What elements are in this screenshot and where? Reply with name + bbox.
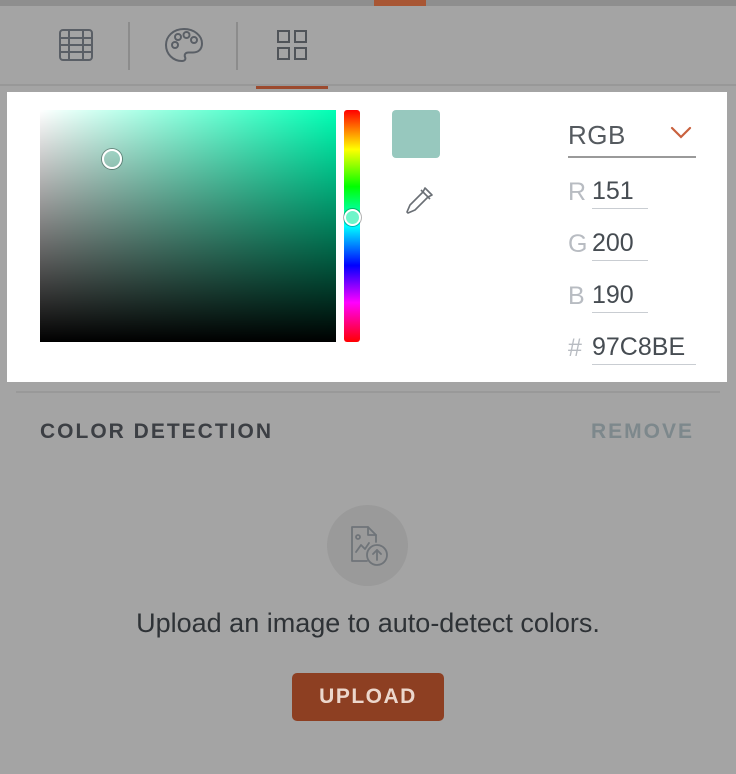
section-divider	[16, 391, 720, 393]
upload-image-placeholder	[327, 505, 408, 586]
green-channel-input[interactable]: 200	[592, 226, 648, 261]
green-channel-label: G	[568, 230, 588, 258]
hex-label: #	[568, 334, 582, 362]
color-mode-dropdown[interactable]: RGB	[568, 114, 696, 158]
four-squares-icon	[277, 30, 307, 60]
current-color-swatch	[392, 110, 440, 158]
red-channel-label: R	[568, 178, 587, 206]
hex-input[interactable]: 97C8BE	[592, 330, 696, 365]
upload-instructions: Upload an image to auto-detect colors.	[136, 608, 600, 638]
red-channel-input[interactable]: 151	[592, 174, 648, 209]
eyedropper-icon	[406, 187, 433, 214]
upload-button[interactable]: UPLOAD	[292, 673, 444, 721]
hue-slider-handle[interactable]	[344, 209, 361, 226]
tab-separator	[236, 22, 238, 70]
table-grid-icon	[59, 29, 93, 61]
eyedropper-button[interactable]	[402, 184, 436, 218]
tab-separator	[128, 22, 130, 70]
color-detection-title: COLOR DETECTION	[40, 420, 273, 443]
tab-bar	[0, 6, 736, 89]
palette-icon	[164, 27, 204, 63]
remove-button[interactable]: REMOVE	[591, 420, 694, 444]
tabs-divider	[0, 84, 736, 86]
blue-channel-label: B	[568, 282, 585, 310]
tab-swatches[interactable]	[256, 6, 328, 84]
saturation-value-area[interactable]	[40, 110, 336, 342]
chevron-down-icon	[670, 126, 692, 139]
blue-channel-input[interactable]: 190	[592, 278, 648, 313]
image-upload-icon	[350, 525, 388, 566]
saturation-value-handle[interactable]	[102, 149, 122, 169]
tab-palette[interactable]	[148, 6, 220, 84]
color-picker-panel: RGB R 151 G 200 B 190 # 97C8BE	[7, 92, 727, 382]
tab-table[interactable]	[40, 6, 112, 84]
hue-slider[interactable]	[344, 110, 360, 342]
color-mode-value: RGB	[568, 120, 626, 150]
